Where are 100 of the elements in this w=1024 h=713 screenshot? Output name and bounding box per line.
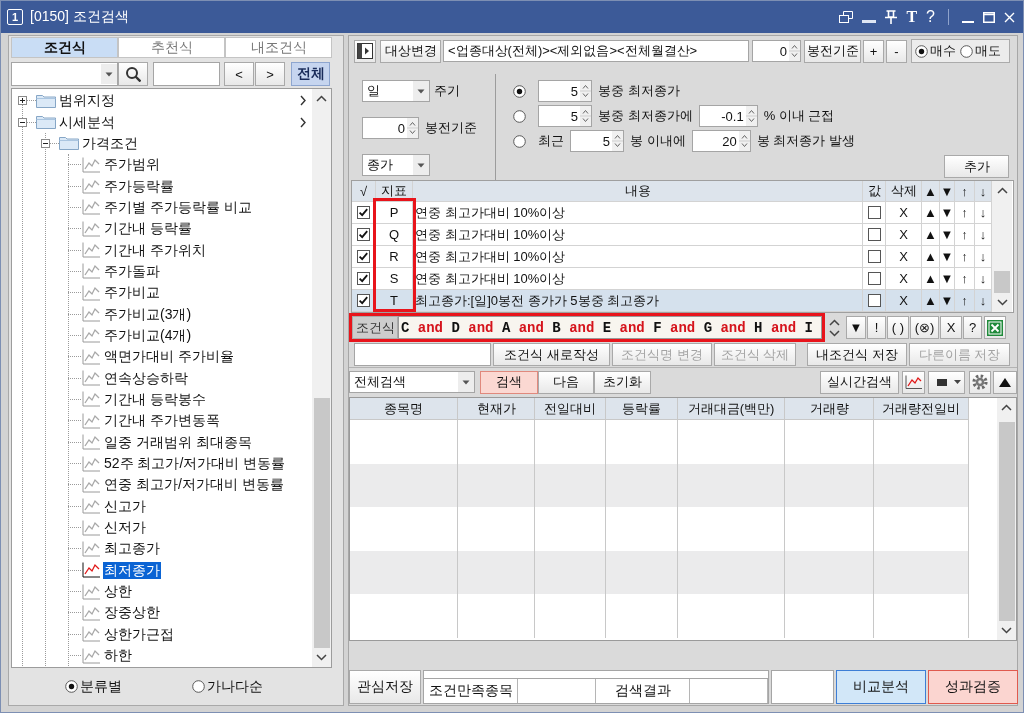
- chevron-up-icon[interactable]: [996, 187, 1008, 194]
- tree-item[interactable]: 주가비교: [103, 284, 161, 302]
- number-spinner[interactable]: -0.1: [698, 105, 758, 127]
- chevron-up-icon[interactable]: [1001, 404, 1012, 411]
- scroll-thumb[interactable]: [994, 271, 1010, 293]
- tool-button[interactable]: ?: [963, 316, 982, 339]
- scrollbar[interactable]: [992, 181, 1012, 312]
- move-down-button[interactable]: ▼: [940, 290, 955, 312]
- checkbox[interactable]: [867, 250, 881, 263]
- checkbox[interactable]: [357, 250, 370, 263]
- table-row[interactable]: S 연중 최고가대비 10%이상 X ▲ ▼ ↑ ↓: [352, 268, 992, 290]
- next-button[interactable]: >: [255, 62, 285, 86]
- compare-button[interactable]: 비교분석: [836, 669, 926, 704]
- sidebar-toggle-button[interactable]: [354, 39, 376, 63]
- tree-item[interactable]: 장중상한: [103, 604, 161, 622]
- checkbox[interactable]: [357, 206, 370, 219]
- number-spinner[interactable]: 20: [691, 130, 751, 152]
- tree-item[interactable]: 주가비교(3개): [103, 305, 193, 323]
- search-action-button[interactable]: 초기화: [594, 370, 651, 394]
- number-spinner[interactable]: 0: [752, 40, 801, 62]
- radio-option[interactable]: 매도: [960, 42, 1001, 60]
- move-up-button[interactable]: ▲: [922, 290, 940, 312]
- tree-item[interactable]: 기간내 주가위치: [103, 241, 207, 259]
- chevron-up-icon[interactable]: [316, 95, 327, 102]
- offset-button[interactable]: 봉전기준: [804, 39, 861, 63]
- checkbox[interactable]: [867, 228, 881, 241]
- chevron-down-icon[interactable]: [316, 654, 327, 661]
- delete-button[interactable]: X: [886, 290, 922, 312]
- settings-button[interactable]: [969, 370, 991, 394]
- tab[interactable]: 추천식: [118, 37, 225, 58]
- tree-item[interactable]: 최저종가: [103, 561, 161, 579]
- tree-item[interactable]: 주가돌파: [103, 262, 161, 280]
- radio-option[interactable]: 가나다순: [192, 677, 263, 696]
- formula-field[interactable]: C and D and A and B and E and F and G and H and I: [398, 316, 822, 339]
- search-button[interactable]: [118, 62, 148, 86]
- price-dropdown[interactable]: 종가: [362, 154, 430, 176]
- checkbox[interactable]: [357, 272, 370, 285]
- table-row[interactable]: Q 연중 최고가대비 10%이상 X ▲ ▼ ↑ ↓: [352, 224, 992, 246]
- radio-icon[interactable]: [513, 109, 526, 123]
- watchlist-save-button[interactable]: 관심저장: [349, 669, 421, 704]
- minus-icon[interactable]: [41, 138, 50, 148]
- close-icon[interactable]: [1004, 11, 1015, 23]
- scope-dropdown[interactable]: 전체검색: [349, 371, 475, 393]
- tree-item[interactable]: 주가등락률: [103, 177, 175, 195]
- chart-button[interactable]: [902, 370, 925, 394]
- tree-item[interactable]: 연중 최고가/저가대비 변동률: [103, 476, 285, 494]
- tree-item[interactable]: 연속상승하락: [103, 369, 189, 387]
- radio-option[interactable]: 분류별: [65, 677, 122, 696]
- tool-button[interactable]: X: [940, 316, 962, 339]
- pin-icon[interactable]: [885, 10, 898, 24]
- tool-button[interactable]: (⊗): [910, 316, 939, 339]
- action-button[interactable]: 조건식 새로작성: [493, 343, 610, 366]
- number-spinner[interactable]: 5: [570, 130, 624, 152]
- tree-item[interactable]: 최고종가: [103, 540, 161, 558]
- font-button[interactable]: T: [906, 9, 918, 25]
- tab[interactable]: 내조건식: [225, 37, 332, 58]
- tree-item[interactable]: 시세분석: [58, 113, 116, 131]
- tree-item[interactable]: 일중 거래범위 최대종목: [103, 433, 253, 451]
- tree-item[interactable]: 52주 최고가/저가대비 변동률: [103, 455, 287, 472]
- verify-button[interactable]: 성과검증: [928, 669, 1018, 704]
- tab[interactable]: 조건식: [11, 37, 118, 58]
- table-row[interactable]: R 연중 최고가대비 10%이상 X ▲ ▼ ↑ ↓: [352, 246, 992, 268]
- chevron-up-down-icon[interactable]: [829, 317, 840, 338]
- tree-item[interactable]: 기간내 주가변동폭: [103, 412, 221, 430]
- help-button[interactable]: ?: [926, 9, 935, 25]
- tree-item[interactable]: 주가범위: [103, 156, 161, 174]
- scroll-thumb[interactable]: [313, 398, 330, 648]
- table-row[interactable]: P 연중 최고가대비 10%이상 X ▲ ▼ ↑ ↓: [352, 202, 992, 224]
- maximize-icon[interactable]: [983, 11, 995, 23]
- tool-button[interactable]: !: [867, 316, 886, 339]
- plus-button[interactable]: +: [863, 39, 884, 63]
- checkbox[interactable]: [867, 294, 881, 307]
- checkbox[interactable]: [357, 228, 370, 241]
- chevron-down-icon[interactable]: [996, 299, 1008, 306]
- chevron-right-icon[interactable]: [300, 116, 306, 128]
- realtime-search-button[interactable]: 실시간검색: [820, 370, 899, 394]
- tree-item[interactable]: 주기별 주가등락률 비교: [103, 198, 253, 216]
- search-action-button[interactable]: 다음: [538, 370, 594, 394]
- tree-item[interactable]: 기간내 등락봉수: [103, 391, 207, 408]
- save-button[interactable]: 내조건식 저장: [807, 343, 907, 366]
- tree-item[interactable]: 상한: [103, 583, 133, 601]
- tree-item[interactable]: 신고가: [103, 497, 147, 515]
- change-target-button[interactable]: 대상변경: [380, 39, 441, 63]
- period-dropdown[interactable]: 일: [362, 80, 430, 102]
- tree-item[interactable]: 기간내 등락률: [103, 220, 193, 238]
- tree-item[interactable]: 액면가대비 주가비율: [103, 348, 235, 366]
- name-field[interactable]: [354, 343, 491, 366]
- radio-icon[interactable]: [513, 84, 526, 98]
- minus-button[interactable]: -: [886, 39, 907, 63]
- scrollbar[interactable]: [312, 89, 331, 667]
- radio-icon[interactable]: [513, 134, 526, 148]
- dash-icon[interactable]: [862, 20, 877, 23]
- plus-icon[interactable]: [18, 96, 27, 106]
- tool-button[interactable]: ▼: [846, 316, 866, 339]
- number-spinner[interactable]: 5: [538, 80, 592, 102]
- search-action-button[interactable]: 검색: [480, 370, 538, 394]
- collapse-button[interactable]: [993, 370, 1017, 394]
- tree-item[interactable]: 상한가근접: [103, 625, 175, 643]
- radio-option[interactable]: 매수: [915, 42, 956, 60]
- tree-item[interactable]: 신저가: [103, 519, 147, 537]
